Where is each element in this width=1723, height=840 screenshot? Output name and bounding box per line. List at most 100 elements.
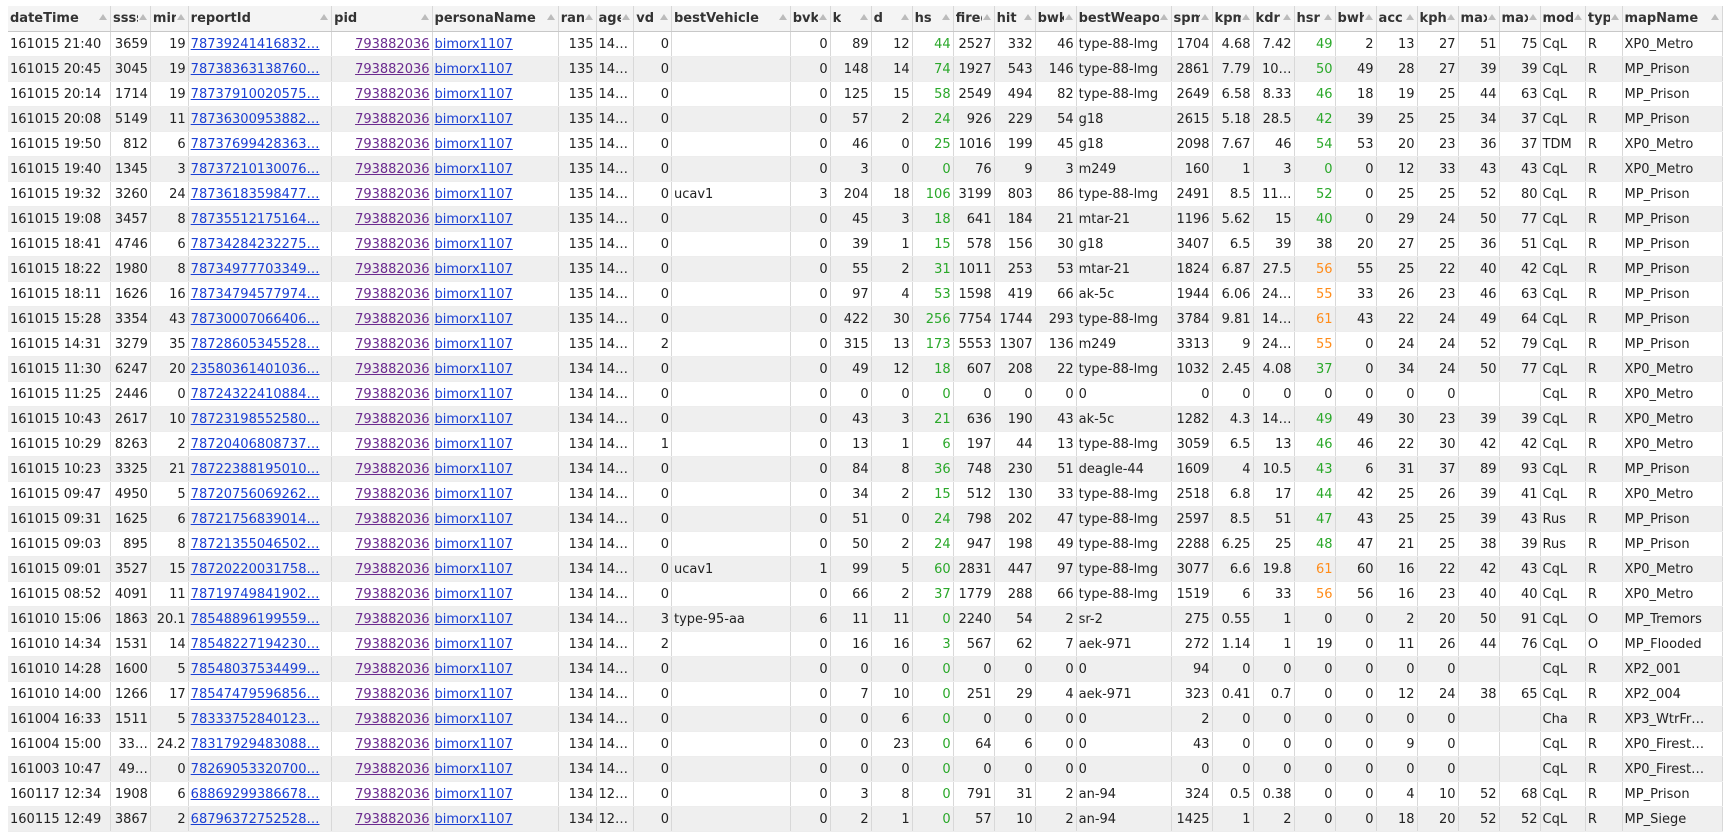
pid-link[interactable]: 793882036	[355, 687, 429, 702]
pid-link[interactable]: 793882036	[355, 662, 429, 677]
column-header-k[interactable]: k	[830, 6, 872, 32]
column-header-kdr[interactable]: kdr	[1253, 6, 1295, 32]
reportId-link[interactable]: 78737210130076…	[191, 162, 320, 177]
reportId-link[interactable]: 78724322410884…	[191, 387, 320, 402]
reportId-link[interactable]: 78317929483088…	[191, 737, 320, 752]
pid-link[interactable]: 793882036	[355, 337, 429, 352]
table-row[interactable]: 161010 14:00 1266 17 78547479596856… 7938820…	[8, 681, 1723, 707]
table-row[interactable]: 161015 09:01 3527 15 78720220031758… 7938820…	[8, 556, 1723, 582]
sort-arrow-icon[interactable]	[1446, 14, 1455, 20]
personaName-link[interactable]: bimorx1107	[435, 762, 513, 777]
table-row[interactable]: 161015 14:31 3279 35 78728605345528… 7938820…	[8, 331, 1723, 357]
pid-link[interactable]: 793882036	[355, 437, 429, 452]
personaName-link[interactable]: bimorx1107	[435, 387, 513, 402]
table-row[interactable]: 161010 14:28 1600 5 78548037534499… 79388203…	[8, 656, 1723, 682]
reportId-link[interactable]: 78734794577974…	[191, 287, 320, 302]
sort-arrow-icon[interactable]	[1573, 14, 1582, 20]
personaName-link[interactable]: bimorx1107	[435, 162, 513, 177]
column-header-kph[interactable]: kph	[1417, 6, 1459, 32]
personaName-link[interactable]: bimorx1107	[435, 712, 513, 727]
personaName-link[interactable]: bimorx1107	[435, 687, 513, 702]
pid-link[interactable]: 793882036	[355, 62, 429, 77]
table-row[interactable]: 161015 18:22 1980 8 78734977703349… 79388203…	[8, 256, 1723, 282]
reportId-link[interactable]: 78333752840123…	[191, 712, 320, 727]
personaName-link[interactable]: bimorx1107	[435, 662, 513, 677]
sort-arrow-icon[interactable]	[546, 14, 555, 20]
sort-arrow-icon[interactable]	[660, 14, 668, 20]
table-row[interactable]: 161015 20:45 3045 19 78738363138760… 7938820…	[8, 56, 1723, 82]
column-header-kpm[interactable]: kpm	[1212, 6, 1254, 32]
reportId-link[interactable]: 78548227194230…	[191, 637, 320, 652]
pid-link[interactable]: 793882036	[355, 87, 429, 102]
table-row[interactable]: 161015 19:08 3457 8 78735512175164… 79388203…	[8, 206, 1723, 232]
sort-arrow-icon[interactable]	[320, 14, 329, 20]
reportId-link[interactable]: 78721355046502…	[191, 537, 320, 552]
personaName-link[interactable]: bimorx1107	[435, 262, 513, 277]
column-header-hs[interactable]: hs	[912, 6, 954, 32]
pid-link[interactable]: 793882036	[355, 212, 429, 227]
pid-link[interactable]: 793882036	[355, 487, 429, 502]
sort-arrow-icon[interactable]	[138, 14, 147, 20]
reportId-link[interactable]: 68796372752528…	[191, 812, 320, 827]
sort-arrow-icon[interactable]	[1023, 14, 1032, 20]
column-header-bestVehicle[interactable]: bestVehicle	[671, 6, 791, 32]
reportId-link[interactable]: 68869299386678…	[191, 787, 320, 802]
personaName-link[interactable]: bimorx1107	[435, 87, 513, 102]
table-row[interactable]: 161015 19:50 812 6 78737699428363… 793882036…	[8, 131, 1723, 157]
column-header-reportId[interactable]: reportId	[188, 6, 333, 32]
column-header-vd[interactable]: vd	[633, 6, 672, 32]
table-row[interactable]: 161004 16:33 1511 5 78333752840123… 79388203…	[8, 706, 1723, 732]
pid-link[interactable]: 793882036	[355, 312, 429, 327]
column-header-bwk[interactable]: bwk	[1035, 6, 1077, 32]
pid-link[interactable]: 793882036	[355, 562, 429, 577]
table-row[interactable]: 161015 09:31 1625 6 78721756839014… 79388203…	[8, 506, 1723, 532]
column-header-age[interactable]: age	[596, 6, 635, 32]
reportId-link[interactable]: 78548037534499…	[191, 662, 320, 677]
sort-arrow-icon[interactable]	[1528, 14, 1537, 20]
personaName-link[interactable]: bimorx1107	[435, 737, 513, 752]
pid-link[interactable]: 793882036	[355, 237, 429, 252]
personaName-link[interactable]: bimorx1107	[435, 637, 513, 652]
reportId-link[interactable]: 78737699428363…	[191, 137, 320, 152]
pid-link[interactable]: 793882036	[355, 537, 429, 552]
sort-arrow-icon[interactable]	[1159, 14, 1168, 20]
column-header-rank[interactable]: rank	[558, 6, 597, 32]
reportId-link[interactable]: 78720220031758…	[191, 562, 320, 577]
pid-link[interactable]: 793882036	[355, 512, 429, 527]
sort-arrow-icon[interactable]	[420, 14, 429, 20]
table-row[interactable]: 161015 10:29 8263 2 78720406808737… 79388203…	[8, 431, 1723, 457]
table-row[interactable]: 161015 15:28 3354 43 78730007066406… 7938820…	[8, 306, 1723, 332]
column-header-spm[interactable]: spm	[1171, 6, 1213, 32]
personaName-link[interactable]: bimorx1107	[435, 462, 513, 477]
personaName-link[interactable]: bimorx1107	[435, 212, 513, 227]
pid-link[interactable]: 793882036	[355, 737, 429, 752]
pid-link[interactable]: 793882036	[355, 362, 429, 377]
sort-arrow-icon[interactable]	[1241, 14, 1250, 20]
column-header-maxD[interactable]: maxD	[1499, 6, 1541, 32]
personaName-link[interactable]: bimorx1107	[435, 512, 513, 527]
personaName-link[interactable]: bimorx1107	[435, 237, 513, 252]
pid-link[interactable]: 793882036	[355, 187, 429, 202]
sort-arrow-icon[interactable]	[584, 14, 593, 20]
personaName-link[interactable]: bimorx1107	[435, 412, 513, 427]
table-row[interactable]: 161015 11:30 6247 20 23580361401036… 7938820…	[8, 356, 1723, 382]
table-row[interactable]: 161015 21:40 3659 19 78739241416832… 7938820…	[8, 31, 1723, 57]
sort-arrow-icon[interactable]	[818, 14, 827, 20]
personaName-link[interactable]: bimorx1107	[435, 587, 513, 602]
personaName-link[interactable]: bimorx1107	[435, 537, 513, 552]
sort-arrow-icon[interactable]	[859, 14, 868, 20]
sort-arrow-icon[interactable]	[1405, 14, 1414, 20]
table-row[interactable]: 161010 15:06 1863 20.1 78548896199559… 79388…	[8, 606, 1723, 632]
personaName-link[interactable]: bimorx1107	[435, 362, 513, 377]
personaName-link[interactable]: bimorx1107	[435, 37, 513, 52]
table-row[interactable]: 161015 20:14 1714 19 78737910020575… 7938820…	[8, 81, 1723, 107]
table-row[interactable]: 161015 19:40 1345 3 78737210130076… 79388203…	[8, 156, 1723, 182]
table-row[interactable]: 161015 10:23 3325 21 78722388195010… 7938820…	[8, 456, 1723, 482]
sort-arrow-icon[interactable]	[778, 14, 787, 20]
table-row[interactable]: 160117 12:34 1908 6 68869299386678… 79388203…	[8, 781, 1723, 807]
pid-link[interactable]: 793882036	[355, 787, 429, 802]
sort-arrow-icon[interactable]	[1064, 14, 1073, 20]
column-header-d[interactable]: d	[871, 6, 913, 32]
column-header-maxK[interactable]: maxK	[1458, 6, 1500, 32]
personaName-link[interactable]: bimorx1107	[435, 137, 513, 152]
